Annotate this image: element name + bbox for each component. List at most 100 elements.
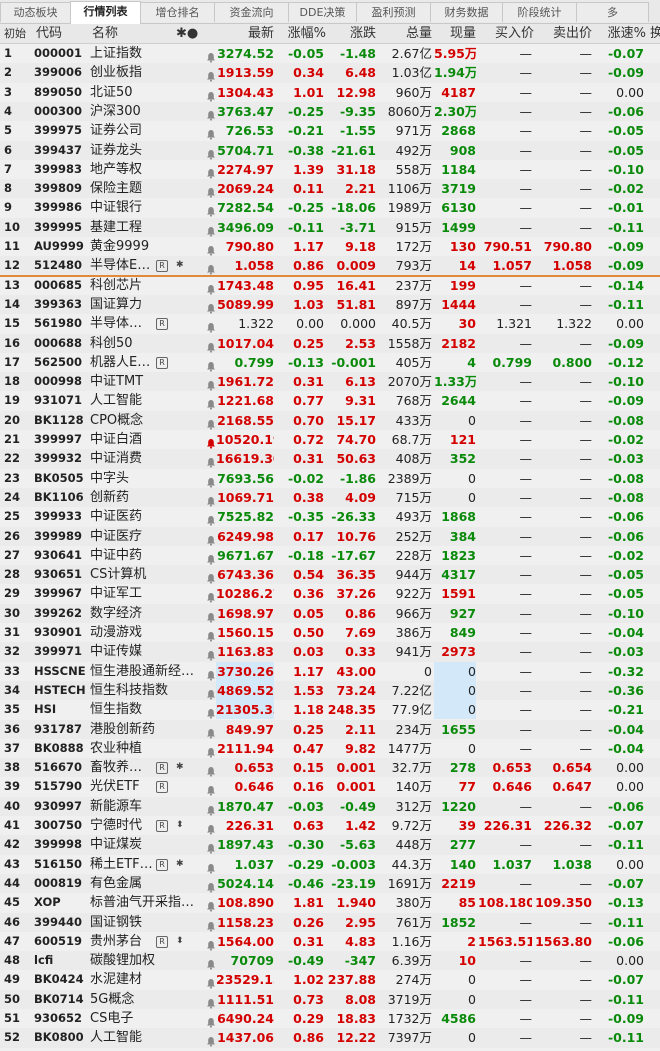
tab-2[interactable]: 增仓排名 [140,2,215,22]
alert-bell-icon[interactable] [206,395,216,410]
table-row[interactable]: 46 399440 国证钢铁 1158.23 0.26 2.95 761万 1852 — — -0.… [0,912,660,932]
table-row[interactable]: 45 XOP 标普油气开采指… 108.890 1.81 1.940 380万 85 108.1… [0,893,660,912]
alert-bell-icon[interactable] [206,434,216,449]
alert-bell-icon[interactable] [206,106,216,121]
column-header-9[interactable]: 买入价 [478,24,534,44]
table-row[interactable]: 38 516670 畜牧养… 0.653 0.15 0.001 32.7万 278 0.653 0… [0,758,660,778]
table-row[interactable]: 1 000001 上证指数 3274.52 -0.05 -1.48 2.67亿 5.95万 — —… [0,44,660,63]
table-row[interactable]: 16 000688 科创50 1017.04 0.25 2.53 1558万 2182 — — -0… [0,333,660,353]
alert-bell-icon[interactable] [206,125,216,140]
table-row[interactable]: 17 562500 机器人E… 0.799 -0.13 -0.001 405万 4 0.799 0… [0,353,660,372]
table-row[interactable]: 50 BK0714 5G概念 1111.51 0.73 8.08 3719万 0 — — -0.11 [0,989,660,1009]
alert-bell-icon[interactable] [206,974,216,989]
column-header-8[interactable]: 现量 [434,24,476,44]
alert-bell-icon[interactable] [206,318,216,333]
column-header-5[interactable]: 涨幅% [276,24,326,44]
table-row[interactable]: 51 930652 CS电子 6490.24 0.29 18.83 1732万 4586— — -… [0,1009,660,1028]
column-header-0[interactable]: 初始 [4,24,32,44]
alert-bell-icon[interactable] [206,608,216,623]
alert-bell-icon[interactable] [206,994,216,1009]
table-row[interactable]: 30 399262 数字经济 1698.97 0.05 0.86 966万 927 — — -0.1… [0,603,660,623]
alert-bell-icon[interactable] [206,87,216,102]
table-row[interactable]: 9 399986 中证银行 7282.54 -0.25 -18.06 1989万 6130 — —… [0,198,660,217]
table-row[interactable]: 52 BK0800 人工智能 1437.06 0.86 12.22 7397万 0 — — -0.1… [0,1028,660,1048]
column-header-3[interactable]: ✱● [176,24,206,44]
table-row[interactable]: 31 930901 动漫游戏 1560.15 0.50 7.69 386万 849 — — -0.0… [0,623,660,642]
alert-bell-icon[interactable] [206,878,216,893]
table-row[interactable]: 10 399995 基建工程 3496.09 -0.11 -3.71 915万 1499— — -… [0,217,660,237]
table-row[interactable]: 49 BK0424 水泥建材 23529.15 1.02237.88 274万 0 — — -0.… [0,970,660,989]
table-row[interactable]: 43 516150 稀土ETF… 1.037 -0.29 -0.003 44.3万 140 1.… [0,855,660,874]
table-row[interactable]: 35 HSI 恒生指数 21305.33 1.18248.35 77.9亿0 — — -0.21 [0,700,660,720]
tab-1[interactable]: 行情列表 [70,1,141,24]
alert-bell-icon[interactable] [206,67,216,82]
alert-bell-icon[interactable] [206,531,216,546]
table-row[interactable]: 21399997中证白酒10520.190.7274.7068.7万121——-… [0,430,660,449]
alert-bell-icon[interactable] [206,260,216,275]
alert-bell-icon[interactable] [206,202,216,217]
table-row[interactable]: 18 000998 中证TMT 1961.72 0.31 6.13 2070万 1.33万 — —… [0,372,660,392]
alert-bell-icon[interactable] [206,666,216,681]
column-header-4[interactable]: 最新 [216,24,274,44]
table-row[interactable]: 33 HSSCNE 恒生港股通新经… 3730.26 1.17 43.00 0 0 — — -0.3… [0,661,660,681]
table-row[interactable]: 36 931787 港股创新药 849.97 0.25 2.11 234万 1655 — — -0.… [0,719,660,739]
alert-bell-icon[interactable] [206,588,216,603]
alert-bell-icon[interactable] [206,48,216,63]
table-row[interactable]: 48 lcfi 碳酸锂加权 70709 -0.49 -347 6.39万 10 — — 0.00 [0,951,660,971]
table-row[interactable]: 42 399998 中证煤炭 1897.43 -0.30 -5.63 448万 277 — — -0… [0,835,660,855]
alert-bell-icon[interactable] [206,917,216,932]
alert-bell-icon[interactable] [206,241,216,256]
alert-bell-icon[interactable] [206,820,216,835]
alert-bell-icon[interactable] [206,685,216,700]
table-row[interactable]: 8 399809 保险主题 2069.24 0.11 2.21 1106万 3719 — — -0.… [0,179,660,199]
alert-bell-icon[interactable] [206,299,216,314]
table-row[interactable]: 27 930641 中证中药 9671.67 -0.18 -17.67 228万 1823 — —… [0,546,660,565]
tab-4[interactable]: DDE决策 [288,2,357,22]
alert-bell-icon[interactable] [206,550,216,565]
table-row[interactable]: 12 512480 半导体E… 1.058 0.86 0.009 793万 14 1.057 1.… [0,256,660,276]
alert-bell-icon[interactable] [206,338,216,353]
alert-bell-icon[interactable] [206,511,216,526]
table-row[interactable]: 47 600519 贵州茅台 1564.00 0.31 4.83 1.16万 2 1563.51… [0,932,660,951]
alert-bell-icon[interactable] [206,839,216,854]
tab-7[interactable]: 阶段统计 [502,2,577,22]
alert-bell-icon[interactable] [206,376,216,391]
alert-bell-icon[interactable] [206,453,216,468]
column-header-10[interactable]: 卖出价 [536,24,592,44]
table-row[interactable]: 19 931071 人工智能 1221.68 0.77 9.31 768万 2644 — — -0.… [0,391,660,410]
alert-bell-icon[interactable] [206,415,216,430]
column-header-11[interactable]: 涨速% [594,24,646,44]
table-row[interactable]: 39 515790 光伏ETF 0.646 0.16 0.001 140万 77 0.646 0.… [0,777,660,796]
alert-bell-icon[interactable] [206,897,216,912]
alert-bell-icon[interactable] [206,859,216,874]
alert-bell-icon[interactable] [206,222,216,237]
alert-bell-icon[interactable] [206,704,216,719]
alert-bell-icon[interactable] [206,1013,216,1028]
tab-6[interactable]: 财务数据 [430,2,503,22]
column-header-12[interactable]: 换 [650,24,660,44]
table-row[interactable]: 32 399971 中证传媒 1163.83 0.03 0.33 941万 2973 — — -0.… [0,642,660,662]
alert-bell-icon[interactable] [206,936,216,951]
table-row[interactable]: 23 BK0505 中字头 7693.56 -0.02 -1.86 2389万 0 — — -0.0… [0,469,660,488]
alert-bell-icon[interactable] [206,955,216,970]
alert-bell-icon[interactable] [206,762,216,777]
table-row[interactable]: 41 300750 宁德时代 226.31 0.63 1.42 9.72万 39 226.31 2… [0,816,660,835]
alert-bell-icon[interactable] [206,183,216,198]
table-row[interactable]: 14 399363 国证算力 5089.99 1.03 51.81 897万 1444 — — -0… [0,294,660,315]
table-row[interactable]: 4 000300 沪深300 3763.47 -0.25 -9.35 8060万 2.30万 —… [0,101,660,122]
alert-bell-icon[interactable] [206,357,216,372]
table-row[interactable]: 15 561980 半导体… 1.322 0.00 0.000 40.5万 30 1.321 1.… [0,314,660,333]
alert-bell-icon[interactable] [206,473,216,488]
column-header-1[interactable]: 代码 [36,24,86,44]
table-row[interactable]: 3 899050 北证50 1304.43 1.01 12.98 960万 4187 — — 0.0… [0,83,660,102]
table-row[interactable]: 28 930651 CS计算机 6743.36 0.54 36.35 944万 4317— — -… [0,565,660,585]
tab-3[interactable]: 资金流向 [214,2,289,22]
table-row[interactable]: 13 000685 科创芯片 1743.48 0.95 16.41 237万 199 — — -0.… [0,276,660,295]
table-row[interactable]: 20 BK1128 CPO概念 2168.55 0.70 15.17 433万 0 — — -0.0… [0,410,660,430]
table-row[interactable]: 11 AU9999 黄金9999 790.80 1.17 9.18 172万 130 790.5… [0,237,660,256]
table-row[interactable]: 6 399437 证券龙头 5704.71 -0.38 -21.61 492万 908 — — -0… [0,140,660,160]
column-header-7[interactable]: 总量 [378,24,432,44]
tab-0[interactable]: 动态板块 [0,2,71,22]
alert-bell-icon[interactable] [206,492,216,507]
table-row[interactable]: 2 399006 创业板指 1913.59 0.34 6.48 1.03亿 1.94万 — — -0… [0,63,660,83]
